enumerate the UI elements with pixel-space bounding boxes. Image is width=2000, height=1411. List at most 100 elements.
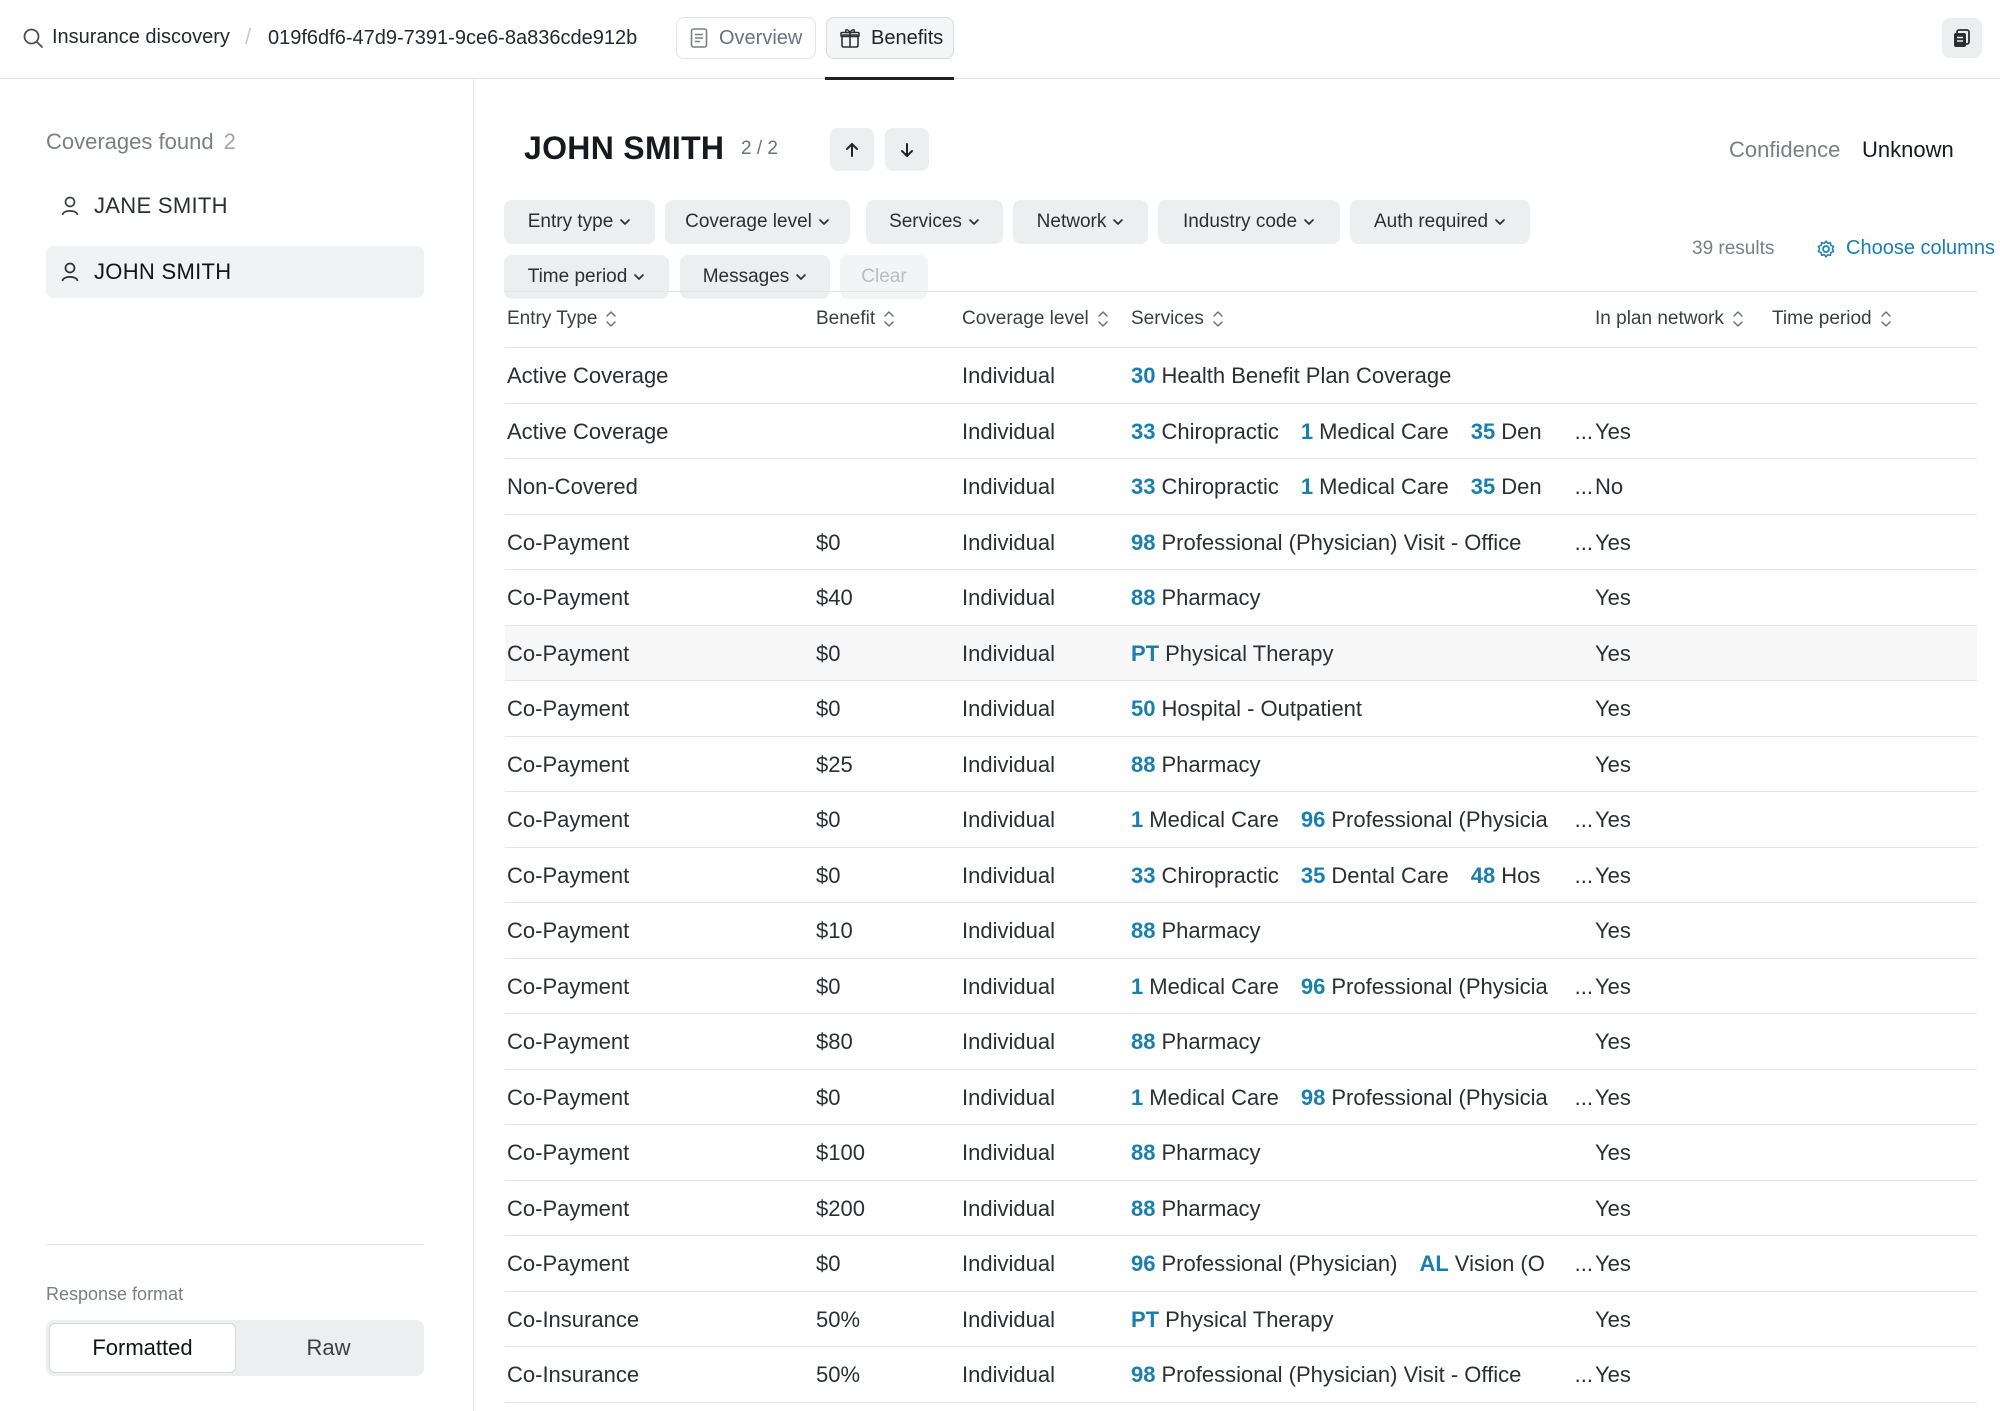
service-item: AL Vision (O	[1419, 1251, 1544, 1276]
table-row[interactable]: Active Coverage Individual 33 Chiropractic 1…	[505, 404, 1977, 459]
coverage-item-jane-smith[interactable]: JANE SMITH	[46, 180, 424, 232]
table-row[interactable]: Co-Payment $0 Individual 98 Professional (Ph…	[505, 515, 1977, 570]
in-plan-network-cell: Yes	[1595, 1195, 1631, 1221]
service-name: Medical Care	[1149, 1084, 1279, 1110]
coverages-label: Coverages found	[46, 129, 214, 154]
services-cell: 88 Pharmacy	[1131, 752, 1593, 778]
filter-label: Entry type	[527, 211, 614, 232]
tab-benefits-label: Benefits	[871, 26, 944, 49]
services-cell: 50 Hospital - Outpatient	[1131, 696, 1593, 722]
coverage-level-cell: Individual	[962, 640, 1055, 666]
service-item: 96 Professional (Physician)	[1131, 1251, 1397, 1276]
service-code: 35	[1470, 474, 1496, 499]
service-code: 88	[1131, 585, 1156, 610]
services-cell: 1 Medical Care 96 Professional (Physicia...	[1131, 807, 1593, 833]
results-count: 39 results	[1692, 238, 1775, 259]
table-row[interactable]: Co-Insurance 50% Individual PT Physical Ther…	[505, 1292, 1977, 1347]
chevron-down-icon	[633, 271, 645, 283]
column-header-services[interactable]: Services	[1131, 308, 1224, 330]
service-code: 1	[1300, 474, 1314, 499]
column-header-entry-type[interactable]: Entry Type	[507, 308, 617, 330]
benefit-cell: 50%	[816, 1362, 861, 1387]
table-row[interactable]: Non-Covered Individual 33 Chiropractic 1 Medi…	[505, 459, 1977, 515]
filter-services[interactable]: Services	[866, 200, 1003, 244]
benefits-table: Entry Type Benefit Coverage level Servic…	[505, 291, 1977, 1403]
column-header-label: Benefit	[816, 308, 876, 329]
table-row[interactable]: Co-Payment $0 Individual 33 Chiropractic 35 De…	[505, 848, 1977, 903]
coverage-person-name: JOHN SMITH	[94, 259, 232, 284]
table-row[interactable]: Co-Payment $25 Individual 88 Pharmacy Yes	[505, 737, 1977, 792]
service-item: 88 Pharmacy	[1131, 1140, 1261, 1165]
column-header-coverage-level[interactable]: Coverage level	[962, 308, 1109, 330]
user-icon	[60, 195, 80, 217]
service-item: 88 Pharmacy	[1131, 585, 1261, 610]
services-cell: 98 Professional (Physician) Visit - Offic…	[1131, 1362, 1593, 1388]
benefit-cell: $0	[816, 807, 841, 832]
service-item: 1 Medical Care	[1131, 807, 1279, 832]
service-code: 98	[1131, 1362, 1156, 1387]
entry-type-cell: Non-Covered	[507, 474, 638, 499]
filter-entry-type[interactable]: Entry type	[504, 200, 655, 244]
table-row[interactable]: Active Coverage Individual 30 Health Benefi…	[505, 348, 1977, 404]
tab-benefits[interactable]: Benefits	[826, 17, 954, 59]
table-row[interactable]: Co-Payment $0 Individual 50 Hospital - Outpa…	[505, 681, 1977, 737]
breadcrumb-insurance-discovery[interactable]: Insurance discovery	[22, 26, 230, 49]
in-plan-network-cell: Yes	[1595, 418, 1631, 444]
service-item: 30 Health Benefit Plan Coverage	[1131, 363, 1451, 388]
service-name: Pharmacy	[1161, 1195, 1261, 1221]
filter-industry-code[interactable]: Industry code	[1158, 200, 1340, 244]
service-code: 98	[1300, 1084, 1326, 1110]
arrow-up-icon	[842, 140, 862, 160]
format-raw-button[interactable]: Raw	[236, 1323, 421, 1373]
service-item: PT Physical Therapy	[1131, 641, 1333, 666]
response-format-toggle: Formatted Raw	[46, 1320, 424, 1376]
previous-coverage-button[interactable]	[830, 128, 874, 171]
in-plan-network-cell: Yes	[1595, 1084, 1631, 1110]
column-header-label: Services	[1131, 308, 1204, 329]
in-plan-network-cell: Yes	[1595, 1140, 1631, 1165]
column-header-time-period[interactable]: Time period	[1772, 308, 1892, 330]
service-code: PT	[1131, 1306, 1160, 1332]
entry-type-cell: Co-Payment	[507, 751, 630, 777]
in-plan-network-cell: Yes	[1595, 751, 1631, 777]
table-row[interactable]: Co-Payment $80 Individual 88 Pharmacy Yes	[505, 1014, 1977, 1070]
tab-overview[interactable]: Overview	[676, 17, 816, 59]
filter-network[interactable]: Network	[1013, 200, 1148, 244]
table-row[interactable]: Co-Insurance 50% Individual 98 Professional …	[505, 1347, 1977, 1403]
column-header-benefit[interactable]: Benefit	[816, 308, 895, 330]
copy-button[interactable]	[1942, 18, 1982, 58]
table-row[interactable]: Co-Payment $0 Individual 96 Professional (Ph…	[505, 1236, 1977, 1292]
table-row[interactable]: Co-Payment $10 Individual 88 Pharmacy Yes	[505, 903, 1977, 959]
table-row[interactable]: Co-Payment $200 Individual 88 Pharmacy Yes	[505, 1181, 1977, 1236]
in-plan-network-cell: Yes	[1595, 1362, 1631, 1387]
service-name: Medical Care	[1319, 474, 1449, 499]
service-name: Chiropractic	[1161, 418, 1279, 444]
format-formatted-button[interactable]: Formatted	[49, 1323, 236, 1373]
entry-type-cell: Co-Payment	[507, 696, 630, 721]
table-row[interactable]: Co-Payment $40 Individual 88 Pharmacy Yes	[505, 570, 1977, 626]
entry-type-cell: Co-Insurance	[507, 1306, 640, 1332]
in-plan-network-cell: Yes	[1595, 862, 1631, 888]
table-row[interactable]: Co-Payment $0 Individual PT Physical Therapy…	[505, 625, 1977, 681]
services-cell: 88 Pharmacy	[1131, 585, 1593, 611]
table-row[interactable]: Co-Payment $0 Individual 1 Medical Care 96 Pro…	[505, 792, 1977, 848]
coverage-person-name: JANE SMITH	[94, 193, 228, 218]
chevron-down-icon	[968, 216, 980, 228]
next-coverage-button[interactable]	[885, 128, 929, 171]
chevron-down-icon	[619, 216, 631, 228]
sort-icon	[1880, 309, 1892, 329]
confidence-label: Confidence	[1729, 137, 1841, 162]
filter-auth-required[interactable]: Auth required	[1350, 200, 1530, 244]
table-row[interactable]: Co-Payment $100 Individual 88 Pharmacy Yes	[505, 1125, 1977, 1181]
service-name: Den	[1501, 418, 1542, 444]
entry-type-cell: Co-Payment	[507, 1195, 630, 1221]
service-code: 88	[1131, 1195, 1156, 1221]
table-row[interactable]: Co-Payment $0 Individual 1 Medical Care 96 Pro…	[505, 959, 1977, 1014]
ellipsis: ...	[1572, 418, 1593, 445]
entry-type-cell: Co-Insurance	[507, 1362, 640, 1387]
filter-coverage-level[interactable]: Coverage level	[665, 200, 850, 244]
choose-columns-button[interactable]: Choose columns	[1816, 237, 1995, 260]
column-header-in-plan-network[interactable]: In plan network	[1595, 308, 1744, 330]
table-row[interactable]: Co-Payment $0 Individual 1 Medical Care 98 Pro…	[505, 1070, 1977, 1125]
coverage-item-john-smith[interactable]: JOHN SMITH	[46, 246, 424, 298]
